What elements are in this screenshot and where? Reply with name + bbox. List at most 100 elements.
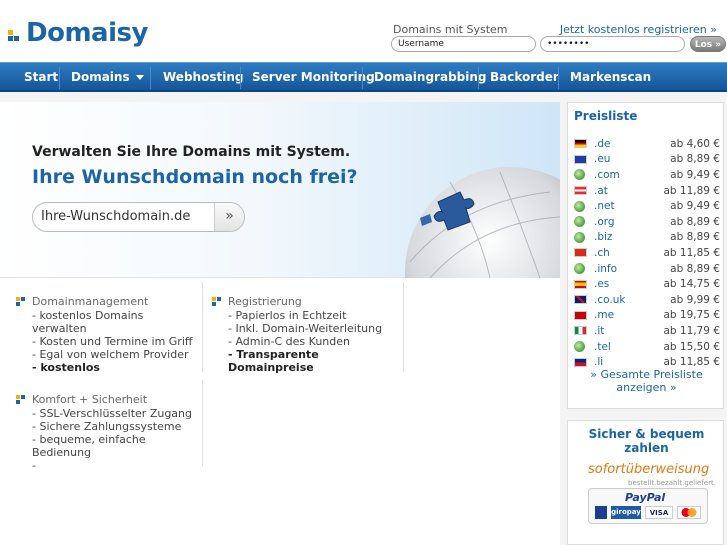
mastercard-icon [677, 506, 701, 519]
feature-item: - Egal von welchem Provider [32, 348, 189, 361]
domain-search-button[interactable]: » [214, 203, 244, 231]
chevron-down-icon [135, 75, 144, 80]
tld-label: .org [594, 215, 615, 228]
hero-headline: Verwalten Sie Ihre Domains mit System. [32, 144, 351, 160]
tld-label: .tel [594, 340, 611, 353]
login-title: Domains mit System [393, 23, 508, 36]
tld-label: .net [594, 200, 615, 213]
feature-icon [212, 296, 222, 307]
nav-server-monitoring[interactable]: Server Monitoring [252, 70, 375, 84]
nav-start[interactable]: Start [24, 70, 58, 84]
price-row[interactable]: .biz ab 8,89 € [574, 230, 720, 246]
login-submit-button[interactable]: Los » [690, 36, 726, 52]
tld-price: ab 11,79 € [663, 324, 720, 337]
tld-price: ab 14,75 € [663, 278, 720, 291]
payment-panel: Sicher & bequem zahlen sofortüberweisung… [567, 420, 724, 545]
sofortueberweisung-tagline: bestellt.bezahlt.geliefert. [628, 479, 716, 487]
tld-price: ab 15,50 € [663, 340, 720, 353]
price-row[interactable]: .de ab 4,60 € [574, 136, 720, 152]
price-row[interactable]: .com ab 9,49 € [574, 167, 720, 183]
ec-card-icon [595, 506, 607, 519]
globe-icon [574, 263, 585, 275]
price-row[interactable]: .org ab 8,89 € [574, 214, 720, 230]
feature-item: - kostenlos Domains verwalten [32, 309, 144, 335]
flag-me-icon [574, 310, 587, 320]
tld-price: ab 8,89 € [670, 262, 720, 275]
flag-es-icon [574, 279, 587, 289]
tld-label: .li [594, 356, 604, 369]
hero-banner: Verwalten Sie Ihre Domains mit System. I… [0, 102, 560, 278]
nav-webhosting[interactable]: Webhosting [163, 70, 243, 84]
nav-domains[interactable]: Domains [71, 70, 144, 84]
payment-logos: PayPal giropay VISA [588, 488, 708, 524]
feature-item: - Inkl. Domain-Weiterleitung [228, 322, 383, 335]
feature-title: Komfort + Sicherheit [32, 393, 148, 406]
payment-title: Sicher & bequem zahlen [588, 427, 705, 455]
price-row[interactable]: .info ab 8,89 € [574, 261, 720, 277]
price-row[interactable]: .it ab 11,79 € [574, 323, 720, 339]
flag-it-icon [574, 326, 587, 336]
price-row[interactable]: .me ab 19,75 € [574, 308, 720, 324]
domain-search-input[interactable] [41, 209, 211, 224]
flag-uk-icon [574, 295, 587, 305]
feature-item: - [32, 459, 36, 472]
feature-item: - bequeme, einfache Bedienung [32, 433, 146, 459]
flag-eu-icon [574, 154, 587, 164]
feature-registrierung: Registrierung - Papierlos in Echtzeit - … [212, 295, 402, 374]
flag-li-icon [574, 357, 587, 367]
tld-price: ab 4,60 € [670, 137, 720, 150]
flag-at-icon [574, 186, 587, 196]
visa-logo: VISA [645, 506, 673, 519]
pricelist-panel: Preisliste .de ab 4,60 € .eu ab 8,89 € .com a… [567, 102, 724, 409]
logo-dots-icon [8, 26, 22, 41]
tld-price: ab 8,89 € [670, 215, 720, 228]
tld-price: ab 8,89 € [670, 231, 720, 244]
tld-label: .eu [594, 153, 611, 166]
price-row[interactable]: .at ab 11,89 € [574, 183, 720, 199]
nav-markenscan[interactable]: Markenscan [570, 70, 651, 84]
feature-item: - Sichere Zahlungssysteme [32, 420, 182, 433]
pricelist-rows: .de ab 4,60 € .eu ab 8,89 € .com ab 9,49 € .at… [574, 136, 720, 370]
feature-icon [16, 394, 26, 405]
tld-label: .me [594, 309, 615, 322]
paypal-logo: PayPal [625, 491, 666, 504]
tld-label: .com [594, 168, 620, 181]
tld-price: ab 9,49 € [670, 200, 720, 213]
price-row[interactable]: .ch ab 11,85 € [574, 245, 720, 261]
tld-label: .it [594, 324, 605, 337]
nav-backorder[interactable]: Backorder [490, 70, 559, 84]
password-input[interactable] [540, 36, 685, 52]
nav-domaingrabbing[interactable]: Domaingrabbing [374, 70, 487, 84]
feature-item: - Kosten und Termine im Griff [32, 335, 193, 348]
tld-label: .de [594, 137, 611, 150]
nav-domains-label: Domains [71, 70, 130, 84]
hero-subheadline: Ihre Wunschdomain noch frei? [32, 166, 358, 188]
logo-text: Domaisy [26, 18, 148, 48]
price-row[interactable]: .eu ab 8,89 € [574, 152, 720, 168]
main-nav: Start Domains Webhosting Server Monitori… [0, 62, 727, 92]
feature-item: - kostenlos [32, 361, 100, 374]
tld-label: .at [594, 184, 608, 197]
full-pricelist-link[interactable]: » Gesamte Preisliste anzeigen » [568, 368, 725, 394]
domain-search: » [32, 202, 245, 232]
main-content: Verwalten Sie Ihre Domains mit System. I… [0, 102, 560, 545]
register-link[interactable]: Jetzt kostenlos registrieren » [560, 23, 717, 36]
globe-icon [574, 216, 585, 228]
feature-item: - SSL-Verschlüsselter Zugang [32, 407, 192, 420]
pricelist-title: Preisliste [574, 109, 638, 123]
price-row[interactable]: .tel ab 15,50 € [574, 339, 720, 355]
feature-item: - Transparente Domainpreise [228, 348, 319, 374]
feature-title: Registrierung [228, 295, 302, 308]
flag-ch-icon [574, 248, 587, 258]
price-row[interactable]: .net ab 9,49 € [574, 198, 720, 214]
tld-price: ab 19,75 € [663, 309, 720, 322]
flag-de-icon [574, 139, 587, 149]
tld-price: ab 9,49 € [670, 168, 720, 181]
price-row[interactable]: .es ab 14,75 € [574, 276, 720, 292]
globe-icon [574, 231, 585, 243]
price-row[interactable]: .co.uk ab 9,99 € [574, 292, 720, 308]
globe-icon [574, 200, 585, 212]
username-input[interactable] [391, 36, 536, 52]
logo[interactable]: Domaisy [8, 20, 148, 46]
tld-label: .es [594, 278, 610, 291]
